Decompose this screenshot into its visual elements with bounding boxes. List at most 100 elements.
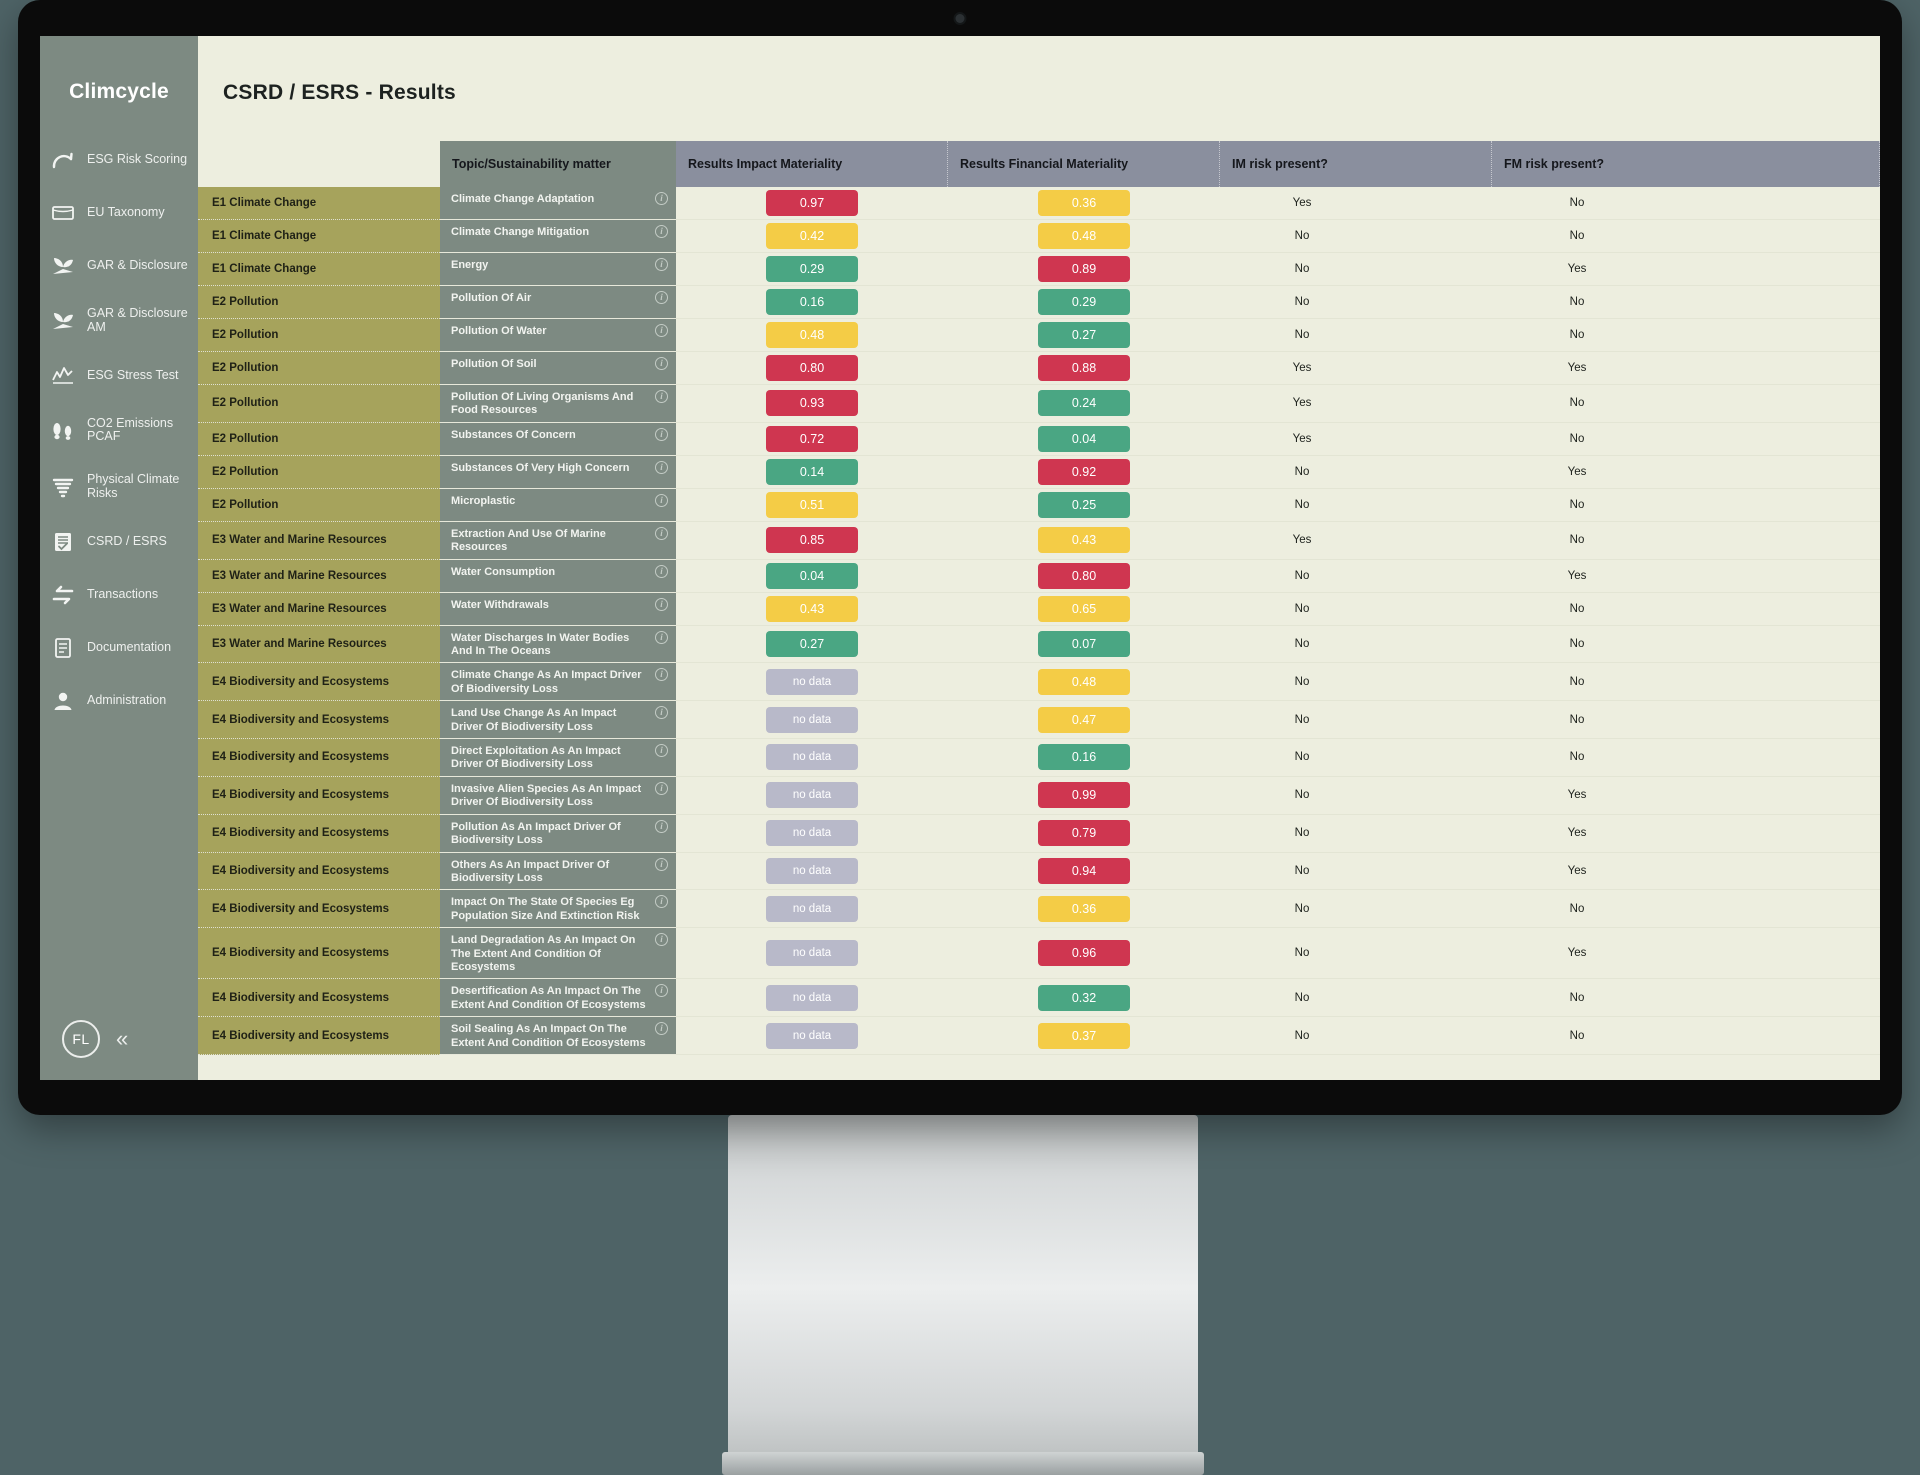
matter-label: Substances Of Very High Concern [451, 461, 630, 474]
table-row: E2 Pollution Pollution Of Water i 0.48 0.27 N… [198, 319, 1880, 352]
info-icon[interactable]: i [655, 427, 668, 441]
info-icon[interactable]: i [655, 630, 668, 644]
table-row: E2 Pollution Pollution Of Air i 0.16 0.29 No N… [198, 286, 1880, 319]
tornado-icon [50, 475, 76, 499]
cell-impact-materiality: 0.85 [676, 521, 948, 560]
matter-label: Microplastic [451, 494, 516, 507]
impact-score-pill: 0.51 [766, 491, 858, 518]
cell-matter: Substances Of Very High Concern i [440, 455, 676, 489]
brand-name: Climcycle [69, 80, 169, 103]
sidebar-item-physical-climate-risks[interactable]: Physical Climate Risks [40, 465, 198, 509]
sidebar-item-csrd-esrs[interactable]: CSRD / ESRS [40, 522, 198, 562]
info-icon[interactable]: i [655, 668, 668, 682]
info-icon[interactable]: i [655, 258, 668, 271]
info-icon[interactable]: i [655, 493, 668, 507]
file-text-icon [50, 636, 76, 660]
cell-im-risk: No [1220, 663, 1492, 702]
brand-logo[interactable]: Climcycle [40, 36, 198, 104]
cell-financial-materiality: 0.48 [948, 663, 1220, 702]
info-icon[interactable]: i [655, 933, 668, 947]
table-row: E2 Pollution Substances Of Very High Conc… [198, 455, 1880, 489]
cell-topic: E4 Biodiversity and Ecosystems [198, 814, 440, 853]
info-icon[interactable]: i [655, 706, 668, 720]
exchange-arrows-icon [50, 583, 76, 607]
info-icon[interactable]: i [655, 1022, 668, 1036]
cell-topic: E4 Biodiversity and Ecosystems [198, 776, 440, 815]
cell-matter: Water Consumption i [440, 559, 676, 593]
column-header-im-risk[interactable]: IM risk present? [1220, 141, 1492, 187]
cell-financial-materiality: 0.25 [948, 488, 1220, 522]
cell-matter: Water Discharges In Water Bodies And In … [440, 625, 676, 664]
info-icon[interactable]: i [655, 225, 668, 238]
cell-im-risk: No [1220, 592, 1492, 626]
cell-impact-materiality: 0.48 [676, 319, 948, 352]
column-header-fm-risk[interactable]: FM risk present? [1492, 141, 1880, 187]
collapse-sidebar-button[interactable]: « [116, 1028, 128, 1050]
cell-topic: E3 Water and Marine Resources [198, 521, 440, 560]
info-icon[interactable]: i [655, 526, 668, 540]
info-icon[interactable]: i [655, 564, 668, 578]
scene: Climcycle ESG Risk Scoring EU Taxonomy G… [0, 0, 1920, 1475]
cell-financial-materiality: 0.96 [948, 928, 1220, 980]
cell-topic: E1 Climate Change [198, 253, 440, 286]
cell-impact-materiality: no data [676, 1017, 948, 1055]
table-row: E4 Biodiversity and Ecosystems Impact On … [198, 890, 1880, 929]
info-icon[interactable]: i [655, 819, 668, 833]
matter-label: Water Withdrawals [451, 598, 549, 611]
avatar[interactable]: FL [62, 1020, 100, 1058]
cell-impact-materiality: 0.27 [676, 625, 948, 664]
info-icon[interactable]: i [655, 390, 668, 403]
sidebar-item-gar-disclosure-am[interactable]: GAR & Disclosure AM [40, 299, 198, 343]
impact-score-pill: 0.16 [766, 289, 858, 315]
table-row: E1 Climate Change Climate Change Adaptati… [198, 187, 1880, 220]
info-icon[interactable]: i [655, 744, 668, 758]
column-header-matter[interactable]: Topic/Sustainability matter [440, 141, 676, 187]
sidebar: Climcycle ESG Risk Scoring EU Taxonomy G… [40, 36, 198, 1080]
sidebar-item-label: CO2 Emissions PCAF [87, 415, 174, 444]
sidebar-item-administration[interactable]: Administration [40, 681, 198, 721]
info-icon[interactable]: i [655, 460, 668, 474]
info-icon[interactable]: i [655, 324, 668, 337]
table-body: E1 Climate Change Climate Change Adaptati… [198, 187, 1880, 1055]
info-icon[interactable]: i [655, 357, 668, 370]
info-icon[interactable]: i [655, 895, 668, 909]
sidebar-item-co2-emissions-pcaf[interactable]: CO2 Emissions PCAF [40, 409, 198, 453]
table-row: E1 Climate Change Energy i 0.29 0.89 No Yes [198, 253, 1880, 286]
matter-label: Water Consumption [451, 565, 556, 578]
info-icon[interactable]: i [655, 984, 668, 998]
cell-matter: Microplastic i [440, 488, 676, 522]
sidebar-item-gar-disclosure[interactable]: GAR & Disclosure [40, 246, 198, 286]
cell-impact-materiality: 0.93 [676, 385, 948, 423]
cell-fm-risk: No [1492, 220, 1880, 253]
table-header: Topic/Sustainability matter Results Impa… [198, 141, 1880, 187]
matter-label: Pollution Of Soil [451, 358, 537, 370]
sidebar-item-esg-stress-test[interactable]: ESG Stress Test [40, 356, 198, 396]
sidebar-item-esg-risk-scoring[interactable]: ESG Risk Scoring [40, 140, 198, 180]
cell-impact-materiality: no data [676, 739, 948, 777]
sidebar-item-eu-taxonomy[interactable]: EU Taxonomy [40, 193, 198, 233]
sidebar-item-documentation[interactable]: Documentation [40, 628, 198, 668]
page-title: CSRD / ESRS - Results [223, 81, 456, 104]
table-row: E4 Biodiversity and Ecosystems Climate Ch… [198, 663, 1880, 702]
cell-financial-materiality: 0.99 [948, 776, 1220, 815]
info-icon[interactable]: i [655, 192, 668, 205]
cell-im-risk: Yes [1220, 352, 1492, 385]
financial-score-pill: 0.88 [1038, 355, 1130, 381]
info-icon[interactable]: i [655, 857, 668, 871]
cell-impact-materiality: no data [676, 890, 948, 929]
info-icon[interactable]: i [655, 781, 668, 795]
info-icon[interactable]: i [655, 597, 668, 611]
financial-score-pill: 0.92 [1038, 458, 1130, 485]
info-icon[interactable]: i [655, 291, 668, 304]
column-header-financial[interactable]: Results Financial Materiality [948, 141, 1220, 187]
cell-financial-materiality: 0.16 [948, 739, 1220, 777]
cell-fm-risk: No [1492, 979, 1880, 1018]
table-row: E3 Water and Marine Resources Extraction … [198, 521, 1880, 560]
checklist-icon [50, 530, 76, 554]
column-header-impact[interactable]: Results Impact Materiality [676, 141, 948, 187]
sidebar-item-transactions[interactable]: Transactions [40, 575, 198, 615]
cell-matter: Desertification As An Impact On The Exte… [440, 979, 676, 1018]
cell-matter: Energy i [440, 253, 676, 286]
cell-topic: E4 Biodiversity and Ecosystems [198, 890, 440, 929]
matter-label: Impact On The State Of Species Eg Popula… [451, 896, 640, 922]
